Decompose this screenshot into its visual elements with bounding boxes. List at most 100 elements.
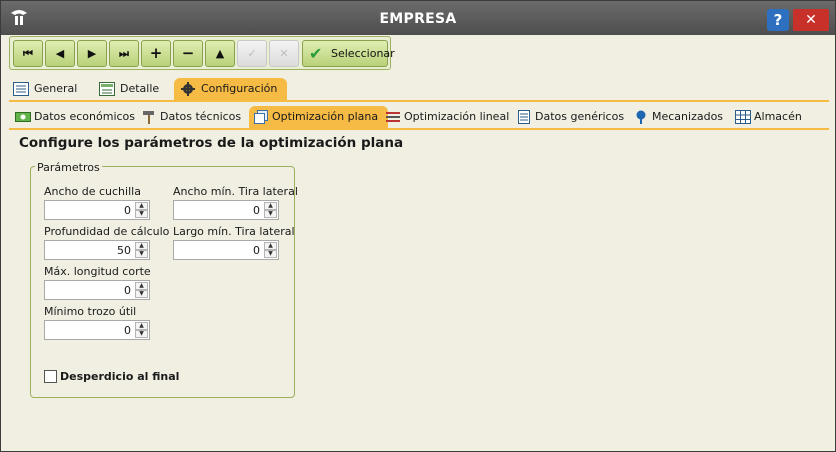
tab-label: Optimización plana (272, 110, 379, 123)
tab-mecanizados[interactable]: Mecanizados (633, 106, 723, 128)
add-button[interactable]: + (141, 40, 171, 67)
tab-datos-genericos[interactable]: Datos genéricos (516, 106, 624, 128)
hammer-icon (141, 110, 157, 124)
prev-record-button[interactable]: ◀ (45, 40, 75, 67)
delete-button[interactable]: − (173, 40, 203, 67)
ancho-cuchilla-input[interactable]: 0 ▲ ▼ (44, 200, 150, 220)
tab-label: Configuración (201, 82, 278, 95)
field-value: 0 (253, 244, 260, 257)
tab-label: Detalle (120, 82, 160, 95)
tab-label: Datos genéricos (535, 110, 625, 123)
desperdicio-checkbox[interactable] (44, 370, 57, 383)
ancho-min-tira-input[interactable]: 0 ▲ ▼ (173, 200, 279, 220)
app-window: EMPRESA ? ✕ ⏮ ◀ ▶ ⏭ + − ▲ ✓ ✕ ✔ Seleccio… (0, 0, 836, 452)
title-bar: EMPRESA ? ✕ (1, 1, 835, 35)
plus-icon: + (149, 44, 163, 62)
max-longitud-corte-input[interactable]: 0 ▲ ▼ (44, 280, 150, 300)
tab-label: Optimización lineal (404, 110, 510, 123)
spin-down-icon[interactable]: ▼ (264, 250, 277, 258)
secondary-tabs: Datos económicos Datos técnicos Optimiza… (9, 106, 829, 128)
field-value: 0 (253, 204, 260, 217)
next-icon: ▶ (87, 47, 97, 60)
grid-icon (735, 110, 751, 124)
field-value: 50 (117, 244, 131, 257)
tab-divider (9, 100, 829, 102)
pin-icon (633, 110, 649, 124)
tab-datos-tecnicos[interactable]: Datos técnicos (141, 106, 241, 128)
page-title: Configure los parámetros de la optimizac… (19, 135, 404, 151)
check-icon: ✔ (309, 44, 323, 63)
spin-arrows: ▲ ▼ (264, 202, 277, 218)
close-button[interactable]: ✕ (793, 9, 829, 31)
spin-up-icon[interactable]: ▲ (135, 242, 148, 250)
spin-arrows: ▲ ▼ (135, 202, 148, 218)
x-icon: ✕ (279, 47, 289, 60)
largo-min-tira-label: Largo mín. Tira lateral (173, 225, 295, 238)
primary-tabs: General Detalle Configuración (9, 78, 829, 100)
tab-label: Almacén (754, 110, 802, 123)
spin-arrows: ▲ ▼ (135, 282, 148, 298)
tab-optimizacion-plana[interactable]: Optimización plana (249, 106, 389, 128)
navigation-toolbar: ⏮ ◀ ▶ ⏭ + − ▲ ✓ ✕ ✔ Seleccionar (9, 36, 395, 70)
largo-min-tira-input[interactable]: 0 ▲ ▼ (173, 240, 279, 260)
list-icon (13, 82, 29, 96)
minimo-trozo-util-label: Mínimo trozo útil (44, 305, 137, 318)
pages-icon (253, 110, 269, 124)
spin-arrows: ▲ ▼ (135, 242, 148, 258)
first-record-button[interactable]: ⏮ (13, 40, 43, 67)
move-up-button[interactable]: ▲ (205, 40, 235, 67)
up-icon: ▲ (215, 47, 225, 60)
spin-up-icon[interactable]: ▲ (135, 322, 148, 330)
tab-datos-economicos[interactable]: Datos económicos (15, 106, 135, 128)
window-title: EMPRESA (379, 11, 457, 27)
spin-down-icon[interactable]: ▼ (135, 250, 148, 258)
next-record-button[interactable]: ▶ (77, 40, 107, 67)
spin-down-icon[interactable]: ▼ (135, 330, 148, 338)
help-button[interactable]: ? (767, 9, 789, 31)
tab-optimizacion-lineal[interactable]: Optimización lineal (385, 106, 509, 128)
tab-configuracion[interactable]: Configuración (174, 78, 288, 100)
first-icon: ⏮ (23, 47, 33, 60)
check-icon: ✓ (247, 47, 257, 60)
field-value: 0 (124, 324, 131, 337)
tab-label: Datos técnicos (160, 110, 242, 123)
ancho-cuchilla-label: Ancho de cuchilla (44, 185, 141, 198)
tab-detalle[interactable]: Detalle (99, 78, 159, 100)
cancel-button[interactable]: ✕ (269, 40, 299, 67)
desperdicio-label: Desperdicio al final (60, 370, 180, 383)
spin-down-icon[interactable]: ▼ (264, 210, 277, 218)
select-button[interactable]: ✔ Seleccionar (302, 40, 395, 67)
last-record-button[interactable]: ⏭ (109, 40, 139, 67)
profundidad-calculo-label: Profundidad de cálculo (44, 225, 170, 238)
field-value: 0 (124, 284, 131, 297)
tab-label: Datos económicos (34, 110, 136, 123)
last-icon: ⏭ (119, 47, 129, 60)
gear-icon (180, 82, 196, 96)
spin-arrows: ▲ ▼ (135, 322, 148, 338)
spin-up-icon[interactable]: ▲ (264, 242, 277, 250)
tab-label: Mecanizados (652, 110, 724, 123)
tab-general[interactable]: General (13, 78, 77, 100)
max-longitud-corte-label: Máx. longitud corte (44, 265, 151, 278)
confirm-button[interactable]: ✓ (237, 40, 267, 67)
spin-arrows: ▲ ▼ (264, 242, 277, 258)
tab-almacen[interactable]: Almacén (735, 106, 802, 128)
group-title: Parámetros (35, 161, 102, 174)
field-value: 0 (124, 204, 131, 217)
select-label: Seleccionar (331, 47, 395, 60)
prev-icon: ◀ (55, 47, 65, 60)
spin-down-icon[interactable]: ▼ (135, 210, 148, 218)
spin-up-icon[interactable]: ▲ (135, 202, 148, 210)
money-icon (15, 110, 31, 124)
minimo-trozo-util-input[interactable]: 0 ▲ ▼ (44, 320, 150, 340)
spin-up-icon[interactable]: ▲ (264, 202, 277, 210)
profundidad-calculo-input[interactable]: 50 ▲ ▼ (44, 240, 150, 260)
ancho-min-tira-label: Ancho mín. Tira lateral (173, 185, 298, 198)
document-icon (516, 110, 532, 124)
spin-down-icon[interactable]: ▼ (135, 290, 148, 298)
minus-icon: − (181, 44, 195, 62)
tab-label: General (34, 82, 78, 95)
detail-icon (99, 82, 115, 96)
lines-icon (385, 110, 401, 124)
spin-up-icon[interactable]: ▲ (135, 282, 148, 290)
